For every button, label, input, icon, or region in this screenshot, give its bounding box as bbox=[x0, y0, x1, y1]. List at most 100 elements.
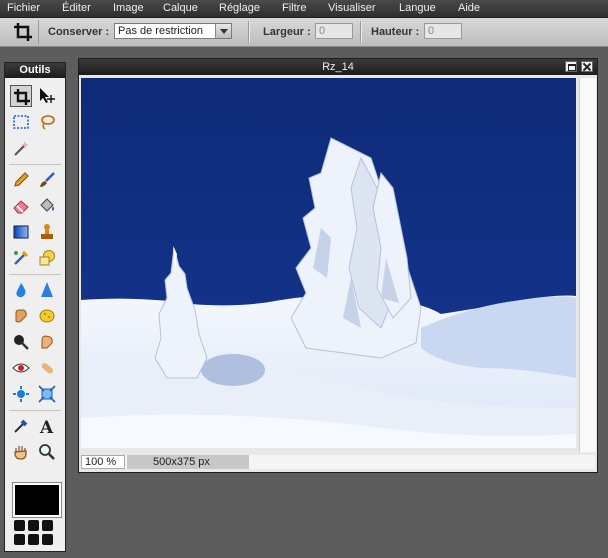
sharpen-icon bbox=[41, 282, 53, 297]
hand-tool[interactable] bbox=[10, 441, 32, 463]
maximize-icon[interactable] bbox=[565, 61, 577, 72]
image-canvas[interactable] bbox=[81, 78, 576, 448]
menu-calque[interactable]: Calque bbox=[163, 2, 198, 14]
color-replace-icon bbox=[14, 250, 29, 265]
menu-reglage[interactable]: Réglage bbox=[219, 2, 260, 14]
bloat-tool[interactable] bbox=[10, 383, 32, 405]
spot-heal-icon bbox=[41, 363, 54, 374]
lasso-icon bbox=[41, 115, 55, 130]
svg-text:A: A bbox=[39, 418, 54, 435]
crop-tool[interactable] bbox=[10, 85, 32, 107]
image-window: Rz_14 100 % 500x375 px bbox=[78, 58, 598, 473]
divider bbox=[9, 410, 61, 411]
height-field[interactable]: 0 bbox=[424, 23, 462, 39]
chevron-down-icon[interactable] bbox=[215, 24, 231, 38]
burn-icon bbox=[14, 335, 29, 350]
smudge-icon bbox=[15, 309, 27, 323]
mini-button[interactable] bbox=[14, 520, 25, 531]
menu-aide[interactable]: Aide bbox=[458, 2, 480, 14]
pinch-icon bbox=[38, 385, 56, 403]
snow-landscape-photo bbox=[81, 78, 576, 448]
menu-editer[interactable]: Éditer bbox=[62, 2, 91, 14]
blur-drop-icon bbox=[16, 283, 26, 298]
image-dimensions: 500x375 px bbox=[127, 455, 249, 469]
divider bbox=[9, 164, 61, 165]
lasso-tool[interactable] bbox=[36, 111, 58, 133]
mini-button[interactable] bbox=[14, 534, 25, 545]
zoom-tool[interactable] bbox=[36, 441, 58, 463]
clone-stamp-tool[interactable] bbox=[36, 221, 58, 243]
mini-button[interactable] bbox=[42, 520, 53, 531]
gradient-tool[interactable] bbox=[10, 221, 32, 243]
bloat-icon bbox=[13, 386, 29, 402]
color-picker-tool[interactable] bbox=[10, 415, 32, 437]
zoom-field[interactable]: 100 % bbox=[81, 455, 125, 469]
clone-stamp-icon bbox=[41, 224, 53, 239]
paint-bucket-tool[interactable] bbox=[36, 195, 58, 217]
magic-wand-icon bbox=[14, 141, 29, 156]
tools-title: Outils bbox=[5, 63, 65, 78]
crop-icon bbox=[4, 20, 39, 44]
width-label: Largeur : bbox=[263, 26, 311, 38]
sponge-icon bbox=[39, 309, 55, 323]
sharpen-tool[interactable] bbox=[36, 279, 58, 301]
brush-icon bbox=[40, 172, 55, 187]
eraser-tool[interactable] bbox=[10, 195, 32, 217]
pencil-icon bbox=[14, 172, 29, 187]
move-icon bbox=[40, 88, 55, 103]
marquee-select-icon bbox=[13, 115, 29, 129]
divider bbox=[248, 21, 250, 43]
red-eye-icon bbox=[12, 363, 30, 373]
crop-icon bbox=[14, 89, 30, 105]
mini-button[interactable] bbox=[42, 534, 53, 545]
menu-visualiser[interactable]: Visualiser bbox=[328, 2, 376, 14]
primary-color-swatch[interactable] bbox=[12, 482, 62, 518]
paint-bucket-icon bbox=[40, 198, 54, 212]
keep-ratio-value: Pas de restriction bbox=[118, 25, 203, 37]
smudge-tool[interactable] bbox=[10, 305, 32, 327]
tool-options-bar: Conserver : Pas de restriction Largeur :… bbox=[0, 18, 608, 47]
menu-image[interactable]: Image bbox=[113, 2, 144, 14]
blur-tool[interactable] bbox=[10, 279, 32, 301]
keep-label: Conserver : bbox=[48, 26, 110, 38]
eraser-icon bbox=[13, 200, 29, 214]
text-icon: A bbox=[39, 418, 54, 435]
hand-icon bbox=[14, 446, 27, 460]
menu-langue[interactable]: Langue bbox=[399, 2, 436, 14]
burn-tool[interactable] bbox=[10, 331, 32, 353]
magic-wand-tool[interactable] bbox=[10, 137, 32, 159]
menu-filtre[interactable]: Filtre bbox=[282, 2, 306, 14]
pencil-tool[interactable] bbox=[10, 169, 32, 191]
tools-panel: Outils A bbox=[4, 62, 66, 552]
keep-ratio-select[interactable]: Pas de restriction bbox=[114, 23, 232, 39]
menu-bar: Fichier Éditer Image Calque Réglage Filt… bbox=[0, 0, 608, 18]
text-tool[interactable]: A bbox=[36, 415, 58, 437]
divider bbox=[9, 274, 61, 275]
spot-heal-tool[interactable] bbox=[36, 357, 58, 379]
dodge-tool[interactable] bbox=[36, 331, 58, 353]
color-picker-icon bbox=[14, 419, 28, 433]
shape-tool[interactable] bbox=[36, 247, 58, 269]
marquee-tool[interactable] bbox=[10, 111, 32, 133]
image-window-titlebar[interactable]: Rz_14 bbox=[79, 59, 597, 75]
dodge-icon bbox=[41, 335, 53, 349]
color-replace-tool[interactable] bbox=[10, 247, 32, 269]
menu-fichier[interactable]: Fichier bbox=[7, 2, 40, 14]
vertical-scrollbar[interactable] bbox=[579, 78, 596, 452]
move-tool[interactable] bbox=[36, 85, 58, 107]
width-field[interactable]: 0 bbox=[315, 23, 353, 39]
height-label: Hauteur : bbox=[371, 26, 420, 38]
red-eye-tool[interactable] bbox=[10, 357, 32, 379]
shape-icon bbox=[39, 250, 55, 266]
close-icon[interactable] bbox=[581, 61, 593, 72]
image-window-title: Rz_14 bbox=[322, 61, 354, 73]
pinch-tool[interactable] bbox=[36, 383, 58, 405]
mini-button[interactable] bbox=[28, 534, 39, 545]
divider bbox=[360, 21, 362, 43]
gradient-icon bbox=[13, 225, 29, 239]
sponge-tool[interactable] bbox=[36, 305, 58, 327]
brush-tool[interactable] bbox=[36, 169, 58, 191]
mini-button[interactable] bbox=[28, 520, 39, 531]
zoom-icon bbox=[39, 444, 55, 460]
image-status-bar: 100 % 500x375 px bbox=[81, 455, 595, 469]
